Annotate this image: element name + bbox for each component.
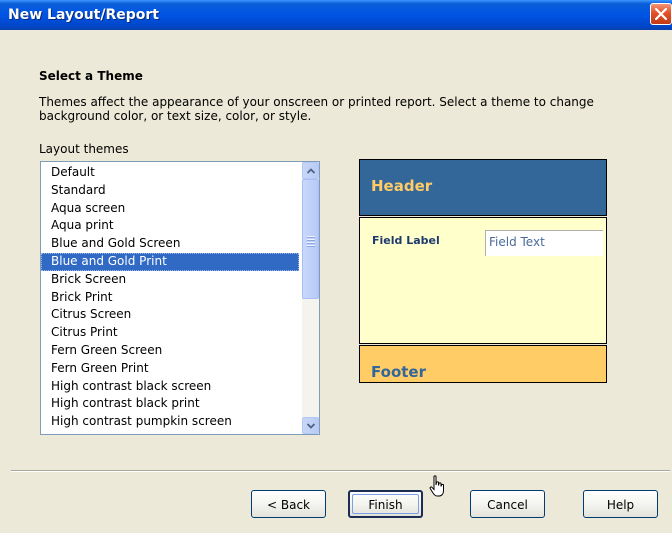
theme-description: Themes affect the appearance of your ons…: [39, 95, 639, 123]
theme-list-item[interactable]: Aqua screen: [41, 200, 299, 218]
chevron-up-icon: [307, 168, 315, 174]
help-button[interactable]: Help: [583, 490, 658, 518]
description-line-1: Themes affect the appearance of your ons…: [39, 95, 594, 109]
preview-field-text: Field Text: [485, 230, 603, 256]
preview-field-label: Field Label: [372, 234, 440, 247]
preview-footer-text: Footer: [371, 363, 426, 381]
theme-list-item[interactable]: Brick Screen: [41, 271, 299, 289]
theme-list-item[interactable]: High contrast black screen: [41, 378, 299, 396]
theme-list-item[interactable]: Fern Green Screen: [41, 342, 299, 360]
theme-list-item[interactable]: Citrus Print: [41, 324, 299, 342]
theme-list-item[interactable]: Fern Green Print: [41, 360, 299, 378]
chevron-down-icon: [307, 423, 315, 429]
theme-list-item[interactable]: High contrast pumpkin screen: [41, 413, 299, 431]
listbox-scrollbar[interactable]: [302, 162, 319, 434]
close-button[interactable]: [650, 3, 672, 25]
footer-separator: [11, 470, 670, 472]
theme-list-item[interactable]: Aqua print: [41, 217, 299, 235]
finish-button[interactable]: Finish: [348, 490, 423, 518]
section-heading: Select a Theme: [39, 69, 143, 83]
hand-cursor-icon: [429, 475, 444, 497]
theme-list-item[interactable]: Standard: [41, 182, 299, 200]
preview-body: Field Label Field Text: [359, 217, 607, 344]
title-bar[interactable]: New Layout/Report: [0, 0, 672, 30]
cancel-button[interactable]: Cancel: [470, 490, 545, 518]
theme-list-item[interactable]: Citrus Screen: [41, 306, 299, 324]
theme-list-item[interactable]: High contrast black print: [41, 395, 299, 413]
scroll-down-button[interactable]: [302, 417, 319, 434]
theme-list-items: Default Standard Aqua screen Aqua print Blue…: [41, 164, 299, 431]
new-layout-report-dialog: New Layout/Report Select a Theme Themes …: [0, 0, 672, 533]
preview-header: Header: [359, 159, 607, 216]
preview-footer: Footer: [359, 345, 607, 383]
theme-list-item[interactable]: Blue and Gold Screen: [41, 235, 299, 253]
window-title: New Layout/Report: [8, 7, 159, 23]
theme-preview: Header Field Label Field Text Footer: [359, 159, 607, 383]
preview-header-text: Header: [371, 177, 433, 195]
grip-icon: [307, 236, 315, 248]
theme-list-item[interactable]: Default: [41, 164, 299, 182]
layout-themes-listbox[interactable]: Default Standard Aqua screen Aqua print Blue…: [40, 161, 320, 435]
layout-themes-label: Layout themes: [39, 142, 129, 156]
theme-list-item[interactable]: Brick Print: [41, 289, 299, 307]
description-line-2: background color, or text size, color, o…: [39, 109, 312, 123]
close-icon: [655, 8, 667, 20]
scroll-thumb[interactable]: [302, 179, 319, 299]
theme-list-item[interactable]: Blue and Gold Print: [41, 252, 299, 271]
scroll-up-button[interactable]: [302, 162, 319, 179]
back-button[interactable]: < Back: [251, 490, 326, 518]
